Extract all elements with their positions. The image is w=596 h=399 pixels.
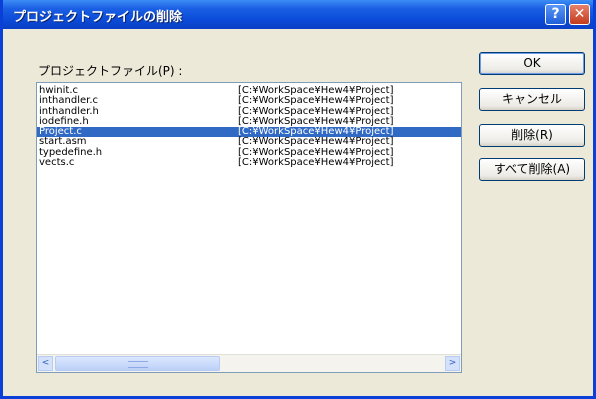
file-path: [C:¥WorkSpace¥Hew4¥Project] [238,136,394,148]
grip-icon [128,361,148,368]
scrollbar-thumb[interactable] [55,356,220,371]
ok-button[interactable]: OK [479,52,585,75]
file-path: [C:¥WorkSpace¥Hew4¥Project] [238,95,394,107]
project-files-list: hwinit.c [C:¥WorkSpace¥Hew4¥Project] int… [37,86,461,168]
scroll-left-arrow-icon[interactable]: < [38,356,53,371]
help-button[interactable]: ? [545,4,566,25]
file-name: start.asm [39,136,87,148]
close-button[interactable]: ✕ [569,4,590,25]
window-title: プロジェクトファイルの削除 [13,10,183,25]
horizontal-scrollbar[interactable]: < > [37,354,461,372]
title-bar[interactable]: プロジェクトファイルの削除 ? ✕ [3,0,593,29]
list-item[interactable]: vects.c [C:¥WorkSpace¥Hew4¥Project] [37,158,461,168]
project-files-label: プロジェクトファイル(P) : [38,64,183,78]
scroll-right-arrow-icon[interactable]: > [445,356,460,371]
remove-button[interactable]: 削除(R) [479,124,585,147]
remove-project-files-dialog: プロジェクトファイルの削除 ? ✕ プロジェクトファイル(P) : hwinit… [0,0,596,399]
file-path: [C:¥WorkSpace¥Hew4¥Project] [238,157,394,169]
file-name: inthandler.c [39,95,98,107]
file-name: vects.c [39,157,75,169]
project-files-listbox[interactable]: hwinit.c [C:¥WorkSpace¥Hew4¥Project] int… [36,82,462,373]
remove-all-button[interactable]: すべて削除(A) [479,158,585,181]
cancel-button[interactable]: キャンセル [479,88,585,111]
